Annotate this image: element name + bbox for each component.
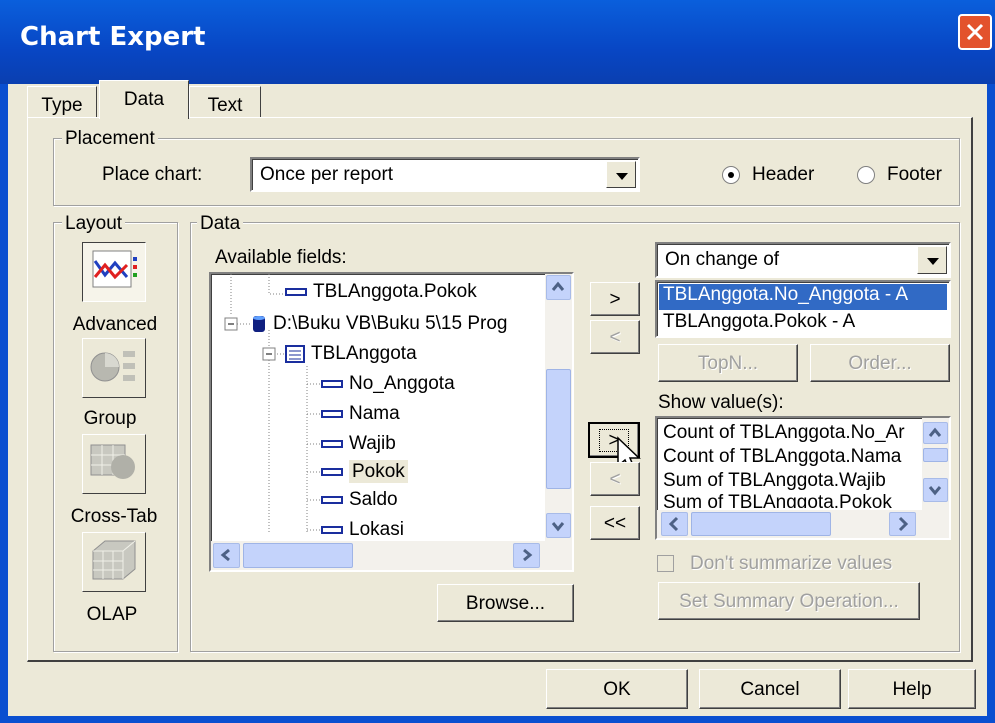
table-icon bbox=[285, 344, 305, 363]
available-fields-tree[interactable]: TBLAnggota.Pokok D:\Buku VB\Buku 5\15 Pr… bbox=[209, 272, 574, 572]
list-item[interactable]: Count of TBLAnggota.Nama bbox=[663, 446, 901, 468]
place-chart-label: Place chart: bbox=[102, 164, 203, 185]
group-chart-icon bbox=[90, 351, 135, 382]
set-summary-button[interactable]: Set Summary Operation... bbox=[658, 582, 920, 620]
footer-label: Footer bbox=[887, 164, 942, 185]
tree-item-saldo[interactable]: Saldo bbox=[321, 489, 398, 511]
tree-hscroll-thumb[interactable] bbox=[243, 543, 353, 568]
on-change-select[interactable]: On change of bbox=[655, 242, 951, 278]
tree-item-lokasi[interactable]: Lokasi bbox=[321, 519, 404, 541]
tree-item-nama[interactable]: Nama bbox=[321, 403, 400, 425]
chevron-down-icon[interactable] bbox=[917, 246, 947, 274]
layout-advanced-label: Advanced bbox=[72, 314, 158, 335]
list-item[interactable]: Count of TBLAnggota.No_Ar bbox=[663, 422, 905, 444]
header-label: Header bbox=[752, 164, 815, 185]
list-item[interactable]: Sum of TBLAnggota.Wajib bbox=[663, 470, 886, 492]
scroll-left-icon[interactable] bbox=[213, 543, 240, 568]
title-bar: Chart Expert bbox=[0, 0, 995, 84]
field-icon bbox=[321, 379, 343, 388]
layout-advanced-button[interactable] bbox=[82, 242, 146, 302]
tree-item-pokok[interactable]: Pokok bbox=[321, 460, 408, 483]
help-button[interactable]: Help bbox=[848, 669, 976, 709]
tab-text[interactable]: Text bbox=[189, 86, 261, 118]
scroll-up-icon[interactable] bbox=[923, 422, 948, 444]
cancel-button[interactable]: Cancel bbox=[699, 669, 841, 709]
footer-radio[interactable] bbox=[857, 166, 875, 184]
layout-crosstab-label: Cross-Tab bbox=[70, 506, 158, 527]
tree-vscroll-thumb[interactable] bbox=[546, 369, 571, 489]
tree-item-no-anggota[interactable]: No_Anggota bbox=[321, 373, 455, 395]
tree-item-wajib[interactable]: Wajib bbox=[321, 433, 396, 455]
scroll-down-icon[interactable] bbox=[923, 478, 948, 502]
layout-group-label: Group bbox=[83, 408, 137, 429]
show-values-label: Show value(s): bbox=[658, 392, 784, 413]
data-legend: Data bbox=[197, 213, 244, 235]
field-icon bbox=[321, 467, 343, 476]
layout-olap-label: OLAP bbox=[86, 604, 138, 625]
place-chart-select[interactable]: Once per report bbox=[250, 157, 640, 192]
list-item[interactable]: TBLAnggota.Pokok - A bbox=[663, 311, 855, 333]
order-button[interactable]: Order... bbox=[810, 344, 950, 382]
list-item[interactable]: TBLAnggota.No_Anggota - A bbox=[659, 284, 947, 310]
place-chart-value: Once per report bbox=[260, 164, 394, 185]
field-icon bbox=[321, 525, 343, 534]
crosstab-chart-icon bbox=[90, 444, 135, 479]
field-icon bbox=[285, 287, 307, 296]
tree-item-database[interactable]: D:\Buku VB\Buku 5\15 Prog bbox=[251, 313, 507, 335]
placement-legend: Placement bbox=[62, 128, 158, 150]
tab-data[interactable]: Data bbox=[99, 80, 189, 119]
olap-chart-icon bbox=[92, 540, 136, 580]
scroll-left-icon[interactable] bbox=[661, 512, 688, 536]
tab-data-label: Data bbox=[123, 89, 165, 110]
values-vscroll-thumb[interactable] bbox=[923, 448, 948, 462]
field-icon bbox=[321, 439, 343, 448]
advanced-chart-icon bbox=[92, 250, 137, 288]
layout-olap-button[interactable] bbox=[82, 532, 146, 592]
tab-text-label: Text bbox=[207, 95, 243, 116]
layout-legend: Layout bbox=[62, 213, 126, 235]
ok-button[interactable]: OK bbox=[546, 669, 688, 709]
dont-summarize-label: Don't summarize values bbox=[690, 553, 893, 574]
remove-all-button[interactable]: << bbox=[590, 506, 640, 540]
remove-value-button[interactable]: < bbox=[590, 462, 640, 496]
tree-item-pokok-top[interactable]: TBLAnggota.Pokok bbox=[285, 281, 477, 303]
tree-item-table[interactable]: TBLAnggota bbox=[285, 343, 417, 365]
field-icon bbox=[321, 409, 343, 418]
chevron-down-icon[interactable] bbox=[606, 161, 636, 188]
header-radio[interactable] bbox=[722, 166, 740, 184]
database-icon bbox=[253, 315, 265, 332]
topn-button[interactable]: TopN... bbox=[658, 344, 798, 382]
list-item[interactable]: Sum of TBLAnggota.Pokok bbox=[663, 492, 892, 508]
tab-type-label: Type bbox=[41, 95, 83, 116]
add-field-button[interactable]: > bbox=[590, 282, 640, 316]
browse-button[interactable]: Browse... bbox=[437, 584, 574, 622]
layout-crosstab-button[interactable] bbox=[82, 434, 146, 494]
dont-summarize-checkbox[interactable] bbox=[657, 555, 674, 572]
field-icon bbox=[321, 495, 343, 504]
available-fields-label: Available fields: bbox=[215, 247, 347, 268]
on-change-fields-list[interactable]: TBLAnggota.No_Anggota - A TBLAnggota.Pok… bbox=[655, 280, 951, 338]
show-values-list[interactable]: Count of TBLAnggota.No_Ar Count of TBLAn… bbox=[655, 416, 951, 540]
layout-group-button[interactable] bbox=[82, 338, 146, 398]
window-title: Chart Expert bbox=[20, 22, 206, 52]
close-icon bbox=[966, 23, 984, 41]
scroll-right-icon[interactable] bbox=[889, 512, 916, 536]
scroll-down-icon[interactable] bbox=[546, 513, 571, 538]
values-hscroll-thumb[interactable] bbox=[691, 512, 831, 536]
remove-field-button[interactable]: < bbox=[590, 320, 640, 354]
tab-type[interactable]: Type bbox=[27, 86, 97, 118]
scroll-right-icon[interactable] bbox=[513, 543, 540, 568]
close-button[interactable] bbox=[958, 14, 992, 50]
scroll-up-icon[interactable] bbox=[546, 275, 571, 300]
on-change-value: On change of bbox=[665, 249, 780, 270]
